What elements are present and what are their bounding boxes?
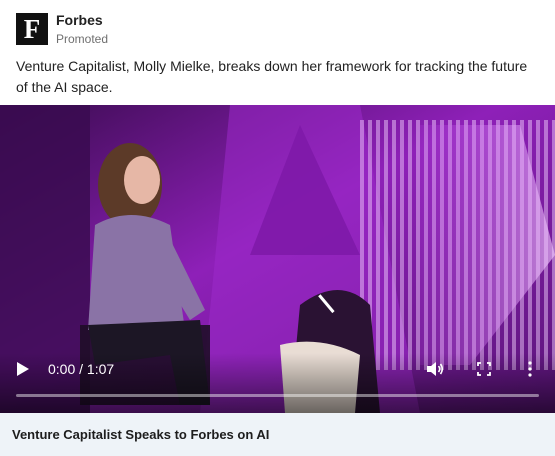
promoted-label: Promoted [56,32,109,46]
volume-icon[interactable] [426,361,444,377]
fullscreen-icon[interactable] [475,361,493,377]
time-display: 0:00 / 1:07 [48,361,115,377]
progress-bar[interactable] [16,394,539,397]
play-icon[interactable] [16,361,30,377]
woman-face [124,156,160,204]
company-logo[interactable]: F [16,13,48,45]
post-text: Venture Capitalist, Molly Mielke, breaks… [16,58,528,95]
video-title[interactable]: Venture Capitalist Speaks to Forbes on A… [12,427,269,442]
sponsored-post-card: F Forbes Promoted Venture Capitalist, Mo… [0,0,555,456]
post-meta: Forbes Promoted [56,11,108,47]
company-name[interactable]: Forbes [56,11,108,29]
caption-bar[interactable]: Venture Capitalist Speaks to Forbes on A… [0,413,555,456]
post-header: F Forbes Promoted [16,9,108,49]
video-player[interactable]: 0:00 / 1:07 [0,105,555,413]
more-options-icon[interactable] [521,361,539,377]
